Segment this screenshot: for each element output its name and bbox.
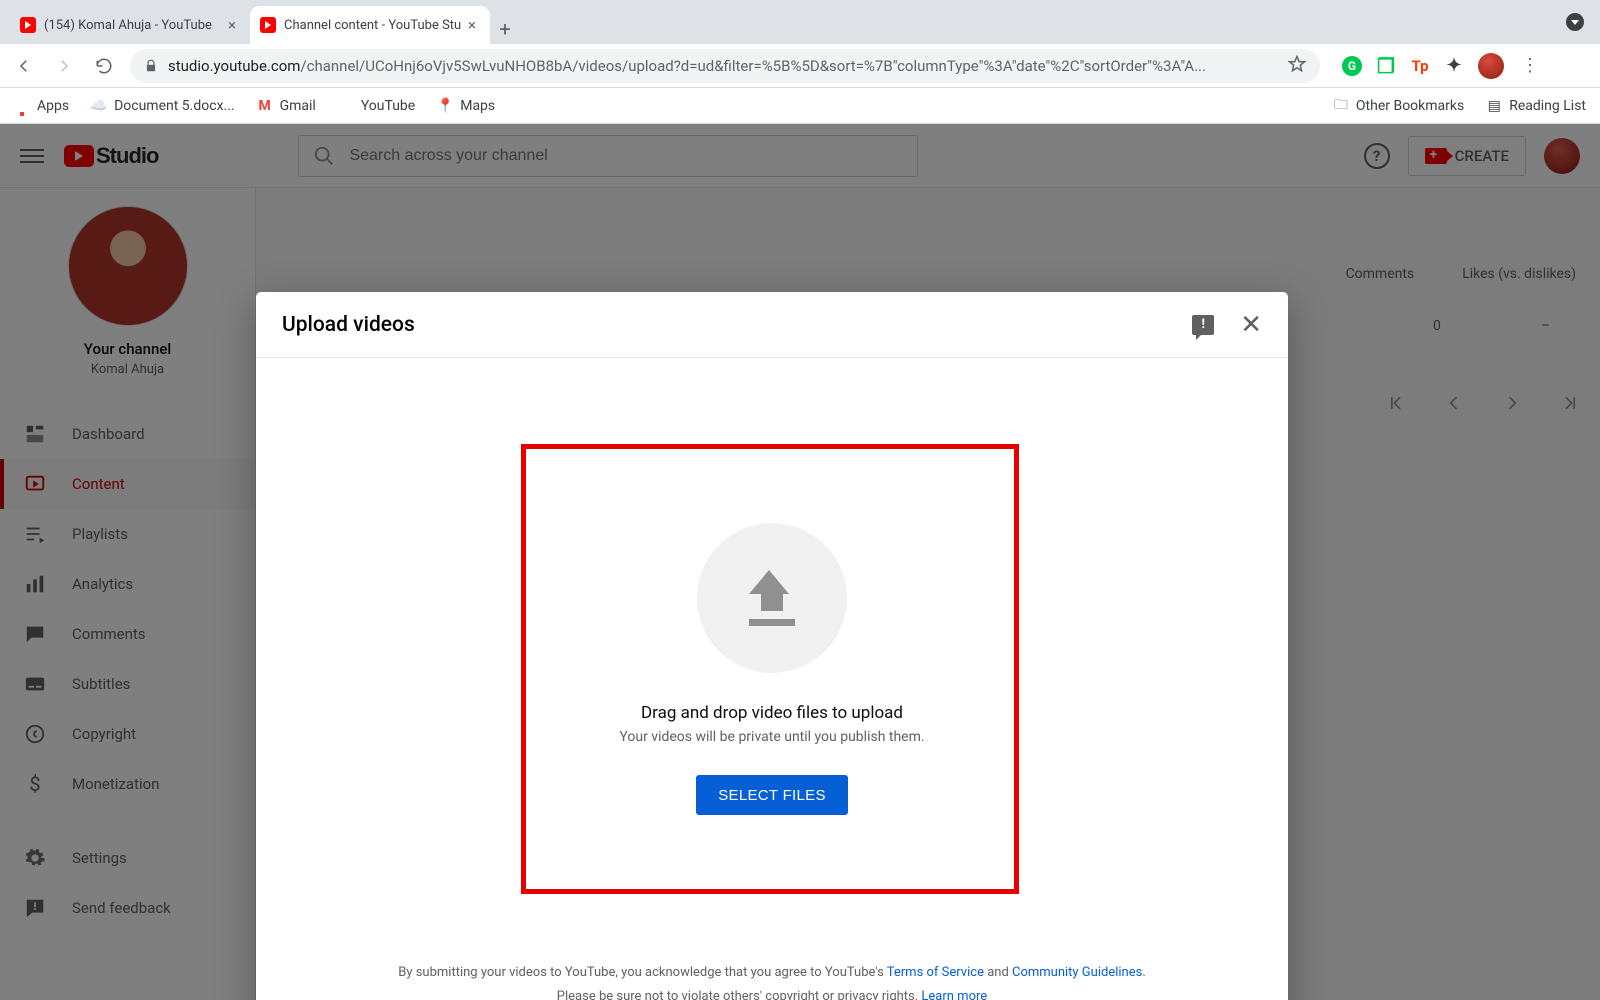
bookmark-item[interactable]: 📍 Maps bbox=[437, 98, 495, 114]
youtube-favicon-icon bbox=[20, 17, 36, 33]
bookmark-label: Document 5.docx... bbox=[114, 98, 235, 114]
bookmark-star-icon[interactable] bbox=[1288, 55, 1306, 77]
upload-modal: Upload videos ! ✕ Drag and drop video fi… bbox=[256, 292, 1288, 1000]
tab-title: Channel content - YouTube Stu bbox=[284, 18, 464, 33]
apps-shortcut[interactable]: Apps bbox=[14, 98, 69, 114]
bookmark-label: Gmail bbox=[280, 98, 316, 114]
terms-link[interactable]: Terms of Service bbox=[887, 965, 984, 980]
browser-toolbar: studio.youtube.com/channel/UCoHnj6oVjv5S… bbox=[0, 44, 1600, 88]
tab-title: (154) Komal Ahuja - YouTube bbox=[44, 18, 224, 33]
close-icon[interactable]: ✕ bbox=[1240, 310, 1262, 340]
bookmark-item[interactable]: M Gmail bbox=[257, 98, 316, 114]
browser-tab-active[interactable]: Channel content - YouTube Stu × bbox=[250, 6, 490, 44]
chrome-menu-icon[interactable]: ⋮ bbox=[1518, 55, 1542, 76]
bookmark-label: Other Bookmarks bbox=[1356, 98, 1464, 114]
bookmark-item[interactable]: YouTube bbox=[338, 98, 415, 114]
guidelines-link[interactable]: Community Guidelines bbox=[1012, 965, 1142, 980]
reload-button[interactable] bbox=[90, 52, 118, 80]
tab-close-icon[interactable]: × bbox=[464, 17, 480, 33]
cloud-icon: ☁️ bbox=[91, 98, 107, 114]
new-tab-button[interactable]: + bbox=[490, 14, 520, 44]
browser-tab[interactable]: (154) Komal Ahuja - YouTube × bbox=[10, 6, 250, 44]
send-feedback-icon[interactable]: ! bbox=[1192, 315, 1214, 335]
bookmarks-bar: Apps ☁️ Document 5.docx... M Gmail YouTu… bbox=[0, 88, 1600, 124]
extensions-icon[interactable]: ✦ bbox=[1444, 56, 1464, 76]
modal-footer: By submitting your videos to YouTube, yo… bbox=[256, 941, 1288, 1000]
forward-button[interactable] bbox=[50, 52, 78, 80]
bookmark-label: Apps bbox=[37, 98, 69, 114]
youtube-favicon-icon bbox=[260, 17, 276, 33]
address-bar[interactable]: studio.youtube.com/channel/UCoHnj6oVjv5S… bbox=[130, 49, 1320, 83]
back-button[interactable] bbox=[10, 52, 38, 80]
bookmark-label: Reading List bbox=[1509, 98, 1586, 114]
gmail-icon: M bbox=[257, 98, 273, 114]
youtube-icon bbox=[338, 98, 354, 114]
folder-icon: 🗀 bbox=[1333, 98, 1349, 114]
profile-avatar-icon[interactable] bbox=[1478, 53, 1504, 79]
chat-extension-icon[interactable]: ❐ bbox=[1376, 56, 1396, 76]
url-text: studio.youtube.com/channel/UCoHnj6oVjv5S… bbox=[168, 57, 1280, 75]
maps-icon: 📍 bbox=[437, 98, 453, 114]
reading-list[interactable]: ▤ Reading List bbox=[1486, 98, 1586, 114]
lock-icon bbox=[144, 59, 158, 73]
apps-grid-icon bbox=[14, 98, 30, 114]
bookmark-label: Maps bbox=[460, 98, 495, 114]
reading-list-icon: ▤ bbox=[1486, 98, 1502, 114]
grammarly-extension-icon[interactable]: G bbox=[1342, 56, 1362, 76]
bookmark-item[interactable]: ☁️ Document 5.docx... bbox=[91, 98, 235, 114]
tab-close-icon[interactable]: × bbox=[224, 17, 240, 33]
extension-icons: G ❐ Tp ✦ ⋮ bbox=[1342, 53, 1542, 79]
tp-extension-icon[interactable]: Tp bbox=[1410, 56, 1430, 76]
modal-title: Upload videos bbox=[282, 313, 415, 337]
bookmark-label: YouTube bbox=[361, 98, 415, 114]
tabs-dropdown-icon[interactable] bbox=[1566, 13, 1584, 31]
browser-tab-strip: (154) Komal Ahuja - YouTube × Channel co… bbox=[0, 0, 1600, 44]
learn-more-link[interactable]: Learn more bbox=[921, 989, 987, 1000]
annotation-highlight bbox=[521, 444, 1019, 894]
other-bookmarks[interactable]: 🗀 Other Bookmarks bbox=[1333, 98, 1464, 114]
